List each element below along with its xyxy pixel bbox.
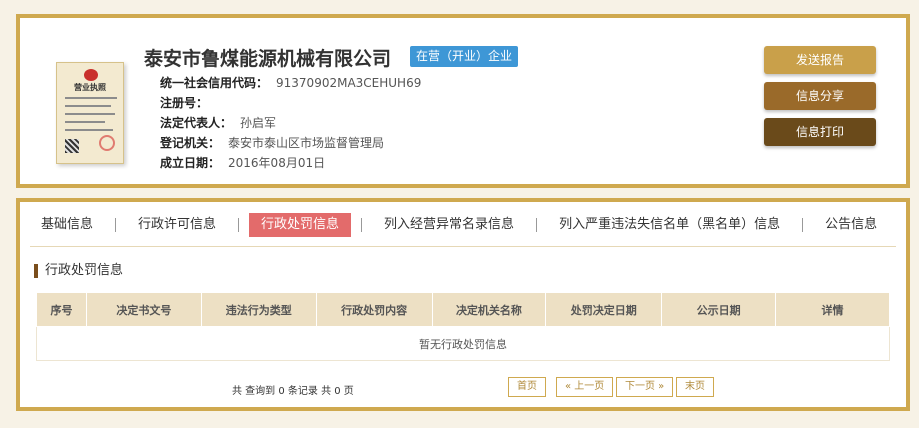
license-title: 营业执照 — [74, 83, 106, 92]
share-info-button[interactable]: 信息分享 — [764, 82, 876, 110]
status-badge: 在营（开业）企业 — [410, 46, 519, 67]
license-text-line — [65, 121, 105, 123]
table-header-row: 序号 决定书文号 违法行为类型 行政处罚内容 决定机关名称 处罚决定日期 公示日… — [36, 292, 890, 327]
field-value: 91370902MA3CEHUH69 — [276, 76, 422, 90]
last-page-button[interactable]: 末页 — [676, 377, 714, 397]
column-header: 公示日期 — [661, 292, 777, 327]
qr-code-icon — [65, 139, 79, 153]
legal-representative-row: 法定代表人： 孙启军 — [160, 114, 276, 131]
column-header: 决定书文号 — [85, 292, 202, 327]
tab-divider — [115, 218, 117, 232]
section-title: 行政处罚信息 — [34, 264, 123, 278]
license-text-line — [65, 113, 115, 115]
field-value: 泰安市泰山区市场监督管理局 — [228, 136, 385, 150]
next-page-button[interactable]: 下一页 » — [616, 377, 674, 397]
info-tabs: 基础信息 行政许可信息 行政处罚信息 列入经营异常名录信息 列入严重违法失信名单… — [20, 210, 906, 240]
tab-blacklist[interactable]: 列入严重违法失信名单（黑名单）信息 — [547, 213, 792, 237]
field-label: 法定代表人： — [160, 116, 233, 130]
field-value: 2016年08月01日 — [228, 156, 326, 170]
tab-divider — [238, 218, 240, 232]
field-label: 统一社会信用代码： — [160, 76, 269, 90]
registration-number-row: 注册号： — [160, 94, 216, 111]
field-label: 注册号： — [160, 96, 209, 110]
first-page-button[interactable]: 首页 — [508, 377, 546, 397]
tab-announcements[interactable]: 公告信息 — [813, 213, 889, 237]
tab-divider — [361, 218, 363, 232]
tab-administrative-license[interactable]: 行政许可信息 — [126, 213, 228, 237]
company-info-panel: 营业执照 泰安市鲁煤能源机械有限公司 在营（开业）企业 统一社会信用代码： 913… — [16, 14, 910, 188]
pagination-summary: 共 查询到 0 条记录 共 0 页 — [232, 386, 354, 397]
column-header: 序号 — [36, 292, 87, 327]
field-label: 登记机关： — [160, 136, 221, 150]
print-info-button[interactable]: 信息打印 — [764, 118, 876, 146]
column-header: 详情 — [775, 292, 890, 327]
penalty-table: 序号 决定书文号 违法行为类型 行政处罚内容 决定机关名称 处罚决定日期 公示日… — [36, 292, 890, 361]
license-text-line — [65, 105, 111, 107]
tab-divider — [802, 218, 804, 232]
license-text-line — [65, 97, 117, 99]
empty-table-message: 暂无行政处罚信息 — [36, 326, 890, 361]
credit-code-row: 统一社会信用代码： 91370902MA3CEHUH69 — [160, 74, 421, 91]
business-license-image: 营业执照 — [56, 62, 124, 164]
column-header: 决定机关名称 — [431, 292, 547, 327]
registration-authority-row: 登记机关： 泰安市泰山区市场监督管理局 — [160, 134, 384, 151]
tab-underline-divider — [30, 246, 896, 247]
tab-divider — [536, 218, 538, 232]
tab-abnormal-operations[interactable]: 列入经营异常名录信息 — [372, 213, 526, 237]
company-name: 泰安市鲁煤能源机械有限公司 — [144, 48, 392, 70]
official-seal-icon — [99, 135, 115, 151]
national-emblem-icon — [84, 69, 98, 81]
column-header: 行政处罚内容 — [315, 292, 433, 327]
table-row: 暂无行政处罚信息 — [36, 326, 890, 361]
field-label: 成立日期： — [160, 156, 221, 170]
tab-basic-info[interactable]: 基础信息 — [29, 213, 105, 237]
field-value: 孙启军 — [240, 116, 277, 130]
tab-administrative-penalty[interactable]: 行政处罚信息 — [249, 213, 352, 237]
column-header: 处罚决定日期 — [545, 292, 663, 327]
prev-page-button[interactable]: « 上一页 — [556, 377, 614, 397]
license-text-line — [65, 129, 113, 131]
column-header: 违法行为类型 — [200, 292, 317, 327]
details-panel: 基础信息 行政许可信息 行政处罚信息 列入经营异常名录信息 列入严重违法失信名单… — [16, 198, 910, 411]
send-report-button[interactable]: 发送报告 — [764, 46, 876, 74]
establishment-date-row: 成立日期： 2016年08月01日 — [160, 154, 325, 171]
